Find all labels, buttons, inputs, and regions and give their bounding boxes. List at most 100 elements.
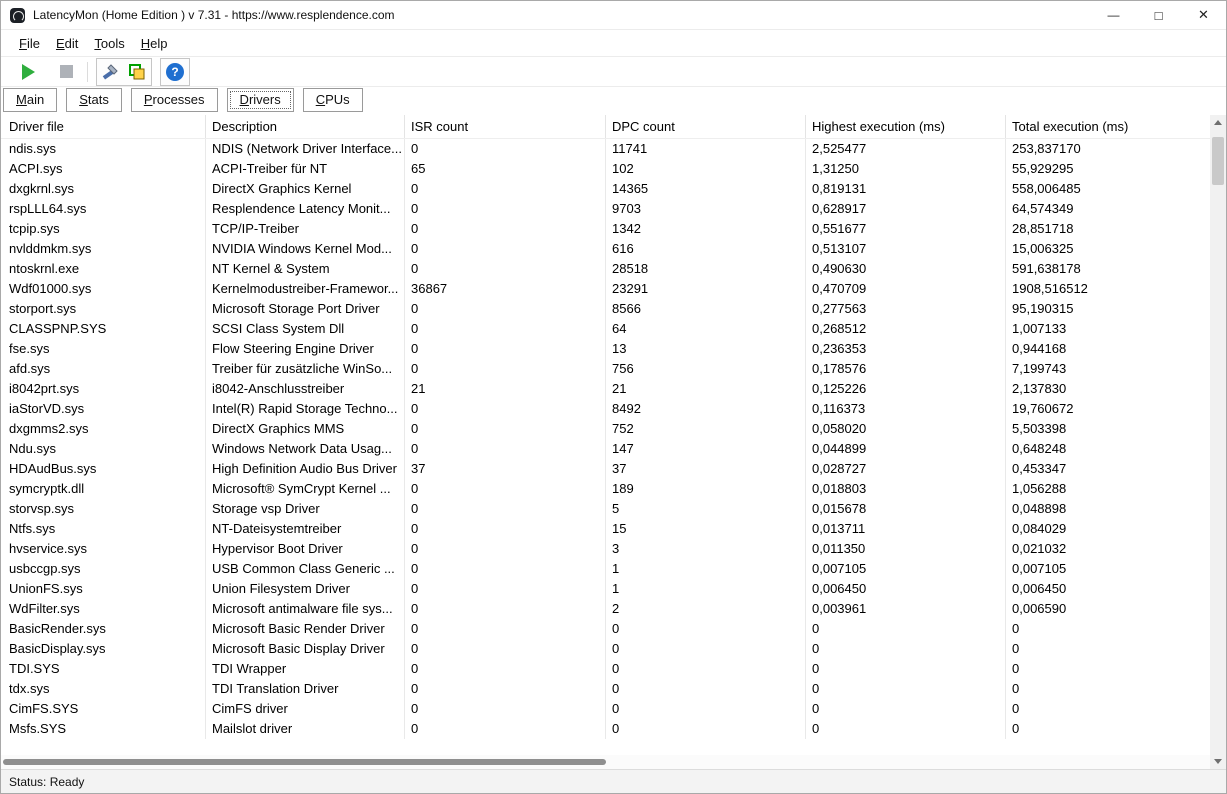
- cell-isr-count: 0: [405, 439, 606, 459]
- stop-icon: [60, 65, 73, 78]
- table-row[interactable]: ACPI.sys ACPI-Treiber für NT 65 102 1,31…: [1, 159, 1210, 179]
- cell-isr-count: 0: [405, 239, 606, 259]
- table-body: ndis.sys NDIS (Network Driver Interface.…: [1, 139, 1210, 739]
- table-row[interactable]: UnionFS.sys Union Filesystem Driver 0 1 …: [1, 579, 1210, 599]
- tab[interactable]: CPUs: [303, 88, 363, 112]
- table-row[interactable]: hvservice.sys Hypervisor Boot Driver 0 3…: [1, 539, 1210, 559]
- maximize-button[interactable]: □: [1136, 1, 1181, 29]
- cell-description: DirectX Graphics Kernel: [206, 179, 405, 199]
- vertical-scrollbar[interactable]: [1210, 115, 1226, 769]
- stay-on-top-button[interactable]: [124, 60, 150, 84]
- cell-driver-file: Wdf01000.sys: [1, 279, 206, 299]
- help-button[interactable]: ?: [162, 60, 188, 84]
- table-row[interactable]: afd.sys Treiber für zusätzliche WinSo...…: [1, 359, 1210, 379]
- table-row[interactable]: fse.sys Flow Steering Engine Driver 0 13…: [1, 339, 1210, 359]
- close-button[interactable]: ✕: [1181, 1, 1226, 29]
- table-row[interactable]: usbccgp.sys USB Common Class Generic ...…: [1, 559, 1210, 579]
- table-row[interactable]: i8042prt.sys i8042-Anschlusstreiber 21 2…: [1, 379, 1210, 399]
- cell-isr-count: 0: [405, 359, 606, 379]
- help-icon: ?: [166, 63, 184, 81]
- column-header[interactable]: Description: [206, 115, 405, 138]
- table-row[interactable]: storport.sys Microsoft Storage Port Driv…: [1, 299, 1210, 319]
- cell-isr-count: 0: [405, 319, 606, 339]
- cell-total-execution: 0,048898: [1006, 499, 1210, 519]
- cell-isr-count: 65: [405, 159, 606, 179]
- table-row[interactable]: Ntfs.sys NT-Dateisystemtreiber 0 15 0,01…: [1, 519, 1210, 539]
- menu-item[interactable]: File: [11, 33, 48, 54]
- cell-highest-execution: 0,007105: [806, 559, 1006, 579]
- column-header[interactable]: Total execution (ms): [1006, 115, 1210, 138]
- scroll-down-arrow-icon[interactable]: [1210, 754, 1226, 769]
- cell-dpc-count: 0: [606, 679, 806, 699]
- table-row[interactable]: Ndu.sys Windows Network Data Usag... 0 1…: [1, 439, 1210, 459]
- menubar: File Edit Tools Help: [1, 30, 1226, 57]
- cell-highest-execution: 0: [806, 619, 1006, 639]
- vertical-scrollbar-thumb[interactable]: [1212, 137, 1224, 185]
- cell-description: Microsoft antimalware file sys...: [206, 599, 405, 619]
- table-row[interactable]: WdFilter.sys Microsoft antimalware file …: [1, 599, 1210, 619]
- cell-dpc-count: 14365: [606, 179, 806, 199]
- column-header[interactable]: Highest execution (ms): [806, 115, 1006, 138]
- cell-dpc-count: 21: [606, 379, 806, 399]
- cell-total-execution: 0: [1006, 639, 1210, 659]
- table-row[interactable]: ntoskrnl.exe NT Kernel & System 0 28518 …: [1, 259, 1210, 279]
- table-row[interactable]: ndis.sys NDIS (Network Driver Interface.…: [1, 139, 1210, 159]
- table-row[interactable]: tcpip.sys TCP/IP-Treiber 0 1342 0,551677…: [1, 219, 1210, 239]
- cell-highest-execution: 0: [806, 699, 1006, 719]
- table-row[interactable]: symcryptk.dll Microsoft® SymCrypt Kernel…: [1, 479, 1210, 499]
- column-header[interactable]: DPC count: [606, 115, 806, 138]
- cell-isr-count: 37: [405, 459, 606, 479]
- tab[interactable]: Drivers: [227, 88, 294, 112]
- table-row[interactable]: iaStorVD.sys Intel(R) Rapid Storage Tech…: [1, 399, 1210, 419]
- cell-highest-execution: 0,028727: [806, 459, 1006, 479]
- tab[interactable]: Main: [3, 88, 57, 112]
- cell-isr-count: 21: [405, 379, 606, 399]
- table-row[interactable]: nvlddmkm.sys NVIDIA Windows Kernel Mod..…: [1, 239, 1210, 259]
- column-header[interactable]: ISR count: [405, 115, 606, 138]
- tab[interactable]: Processes: [131, 88, 218, 112]
- table-row[interactable]: BasicDisplay.sys Microsoft Basic Display…: [1, 639, 1210, 659]
- stop-monitor-button[interactable]: [53, 60, 79, 84]
- table-row[interactable]: TDI.SYS TDI Wrapper 0 0 0 0: [1, 659, 1210, 679]
- cell-dpc-count: 8566: [606, 299, 806, 319]
- table-row[interactable]: BasicRender.sys Microsoft Basic Render D…: [1, 619, 1210, 639]
- menu-item[interactable]: Edit: [48, 33, 86, 54]
- cell-driver-file: HDAudBus.sys: [1, 459, 206, 479]
- cell-description: Kernelmodustreiber-Framewor...: [206, 279, 405, 299]
- cell-isr-count: 0: [405, 559, 606, 579]
- options-button[interactable]: [98, 60, 124, 84]
- titlebar: LatencyMon (Home Edition ) v 7.31 - http…: [1, 1, 1226, 30]
- cell-driver-file: WdFilter.sys: [1, 599, 206, 619]
- cell-description: NDIS (Network Driver Interface...: [206, 139, 405, 159]
- table-row[interactable]: Wdf01000.sys Kernelmodustreiber-Framewor…: [1, 279, 1210, 299]
- cell-dpc-count: 5: [606, 499, 806, 519]
- scroll-up-arrow-icon[interactable]: [1210, 115, 1226, 130]
- cell-highest-execution: 0,819131: [806, 179, 1006, 199]
- horizontal-scrollbar[interactable]: [1, 755, 1210, 769]
- menu-item[interactable]: Help: [133, 33, 176, 54]
- table-row[interactable]: dxgmms2.sys DirectX Graphics MMS 0 752 0…: [1, 419, 1210, 439]
- table-row[interactable]: tdx.sys TDI Translation Driver 0 0 0 0: [1, 679, 1210, 699]
- table-row[interactable]: Msfs.SYS Mailslot driver 0 0 0 0: [1, 719, 1210, 739]
- table-row[interactable]: storvsp.sys Storage vsp Driver 0 5 0,015…: [1, 499, 1210, 519]
- table-row[interactable]: CimFS.SYS CimFS driver 0 0 0 0: [1, 699, 1210, 719]
- cell-isr-count: 0: [405, 479, 606, 499]
- horizontal-scrollbar-thumb[interactable]: [3, 759, 606, 765]
- cell-highest-execution: 0,116373: [806, 399, 1006, 419]
- table-row[interactable]: rspLLL64.sys Resplendence Latency Monit.…: [1, 199, 1210, 219]
- cell-driver-file: CimFS.SYS: [1, 699, 206, 719]
- cell-description: NT-Dateisystemtreiber: [206, 519, 405, 539]
- table-row[interactable]: HDAudBus.sys High Definition Audio Bus D…: [1, 459, 1210, 479]
- table-row[interactable]: dxgkrnl.sys DirectX Graphics Kernel 0 14…: [1, 179, 1210, 199]
- cell-highest-execution: 0,236353: [806, 339, 1006, 359]
- cell-description: SCSI Class System Dll: [206, 319, 405, 339]
- cell-driver-file: ACPI.sys: [1, 159, 206, 179]
- cell-total-execution: 55,929295: [1006, 159, 1210, 179]
- cell-dpc-count: 3: [606, 539, 806, 559]
- start-monitor-button[interactable]: [15, 60, 41, 84]
- column-header[interactable]: Driver file: [1, 115, 206, 138]
- table-row[interactable]: CLASSPNP.SYS SCSI Class System Dll 0 64 …: [1, 319, 1210, 339]
- menu-item[interactable]: Tools: [86, 33, 132, 54]
- tab[interactable]: Stats: [66, 88, 122, 112]
- minimize-button[interactable]: —: [1091, 1, 1136, 29]
